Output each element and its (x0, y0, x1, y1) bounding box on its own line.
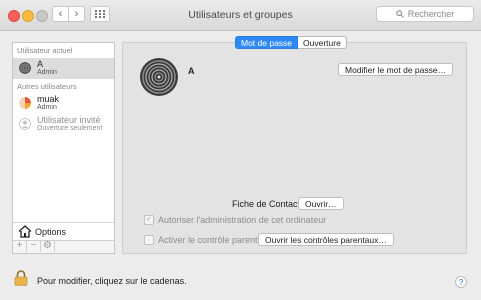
tab-login-items[interactable]: Ouverture (298, 36, 347, 49)
remove-user-button[interactable]: − (27, 241, 41, 252)
sidebar-toolbar: + − ⚙ (13, 240, 114, 253)
allow-admin-row: ✓ Autoriser l'administration de cet ordi… (144, 215, 326, 225)
action-menu-button[interactable]: ⚙ (41, 241, 55, 252)
user-name: A (37, 59, 44, 69)
tab-control: Mot de passe Ouverture (235, 36, 347, 49)
user-picture[interactable] (140, 58, 178, 96)
user-role: Admin (37, 104, 57, 111)
allow-admin-label: Autoriser l'administration de cet ordina… (158, 215, 327, 225)
allow-admin-checkbox[interactable]: ✓ (144, 215, 154, 225)
search-icon (396, 10, 404, 18)
user-avatar (19, 97, 31, 109)
login-options-item[interactable]: Options (13, 222, 114, 241)
sidebar-item-guest[interactable]: Utilisateur invité Ouverture seulement (13, 114, 114, 135)
open-parental-controls-button[interactable]: Ouvrir les contrôles parentaux… (258, 233, 394, 246)
house-icon (18, 225, 32, 238)
parental-row: Activer le contrôle parental (144, 235, 265, 245)
other-users-header: Autres utilisateurs (17, 82, 77, 91)
parental-controls-checkbox[interactable] (144, 235, 154, 245)
open-contacts-button[interactable]: Ouvrir… (298, 197, 344, 210)
lock-message: Pour modifier, cliquez sur le cadenas. (37, 276, 187, 286)
guest-user-icon (19, 118, 31, 130)
user-name: Utilisateur invité (37, 115, 101, 125)
add-user-button[interactable]: + (13, 241, 27, 252)
tab-password[interactable]: Mot de passe (235, 36, 299, 49)
user-role: Admin (37, 69, 57, 76)
search-placeholder: Rechercher (407, 9, 455, 19)
lock-icon[interactable] (14, 270, 28, 286)
sidebar-item-current-user[interactable]: A Admin (13, 58, 114, 79)
user-avatar (19, 62, 31, 74)
help-button[interactable]: ? (455, 276, 467, 288)
options-label: Options (35, 227, 67, 237)
parental-controls-label: Activer le contrôle parental (158, 235, 265, 245)
users-sidebar: Utilisateur actuel A Admin Autres utilis… (12, 42, 115, 254)
user-name: muak (37, 94, 60, 104)
selected-user-name: A (188, 66, 195, 76)
change-password-button[interactable]: Modifier le mot de passe… (338, 63, 454, 76)
search-field[interactable]: Rechercher (376, 6, 474, 22)
gear-icon: ⚙ (43, 240, 52, 251)
title-bar: ‹ › Utilisateurs et groupes Rechercher (0, 0, 481, 31)
user-role: Ouverture seulement (37, 125, 103, 132)
current-user-header: Utilisateur actuel (17, 46, 73, 55)
sidebar-item-muak[interactable]: muak Admin (13, 93, 114, 114)
